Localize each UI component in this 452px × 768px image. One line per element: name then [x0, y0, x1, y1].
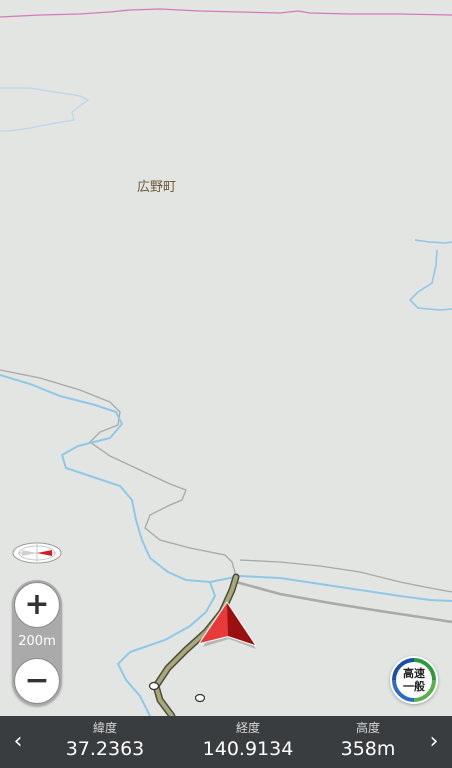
road-mode-highway-label: 高速 — [403, 667, 425, 680]
place-label-hirono-town: 広野町 — [137, 180, 177, 195]
latitude-readout: 緯度 37.2363 — [45, 720, 165, 762]
altitude-readout: 高度 358m — [308, 720, 428, 762]
scale-label: 200m — [18, 634, 56, 649]
map-canvas[interactable] — [0, 0, 452, 716]
longitude-value: 140.9134 — [202, 738, 294, 760]
previous-arrow-icon[interactable]: ‹ — [6, 728, 30, 756]
waypoint-marker[interactable] — [194, 693, 206, 703]
altitude-label: 高度 — [355, 721, 380, 735]
latitude-label: 緯度 — [92, 721, 117, 735]
compass-icon[interactable] — [12, 540, 62, 566]
road-mode-general-label: 一般 — [403, 680, 425, 693]
latitude-value: 37.2363 — [65, 738, 145, 760]
location-info-bar: ‹ 緯度 37.2363 経度 140.9134 高度 358m › — [0, 716, 452, 768]
altitude-value: 358m — [340, 738, 396, 760]
waypoint-marker[interactable] — [148, 681, 160, 691]
zoom-control: + 200m − — [12, 580, 62, 706]
next-arrow-icon[interactable]: › — [422, 728, 446, 756]
zoom-in-button[interactable]: + — [14, 582, 60, 628]
zoom-out-button[interactable]: − — [14, 658, 60, 704]
longitude-readout: 経度 140.9134 — [188, 720, 308, 762]
longitude-label: 経度 — [235, 721, 260, 735]
highway-general-road-toggle[interactable]: 高速 一般 — [390, 656, 438, 704]
